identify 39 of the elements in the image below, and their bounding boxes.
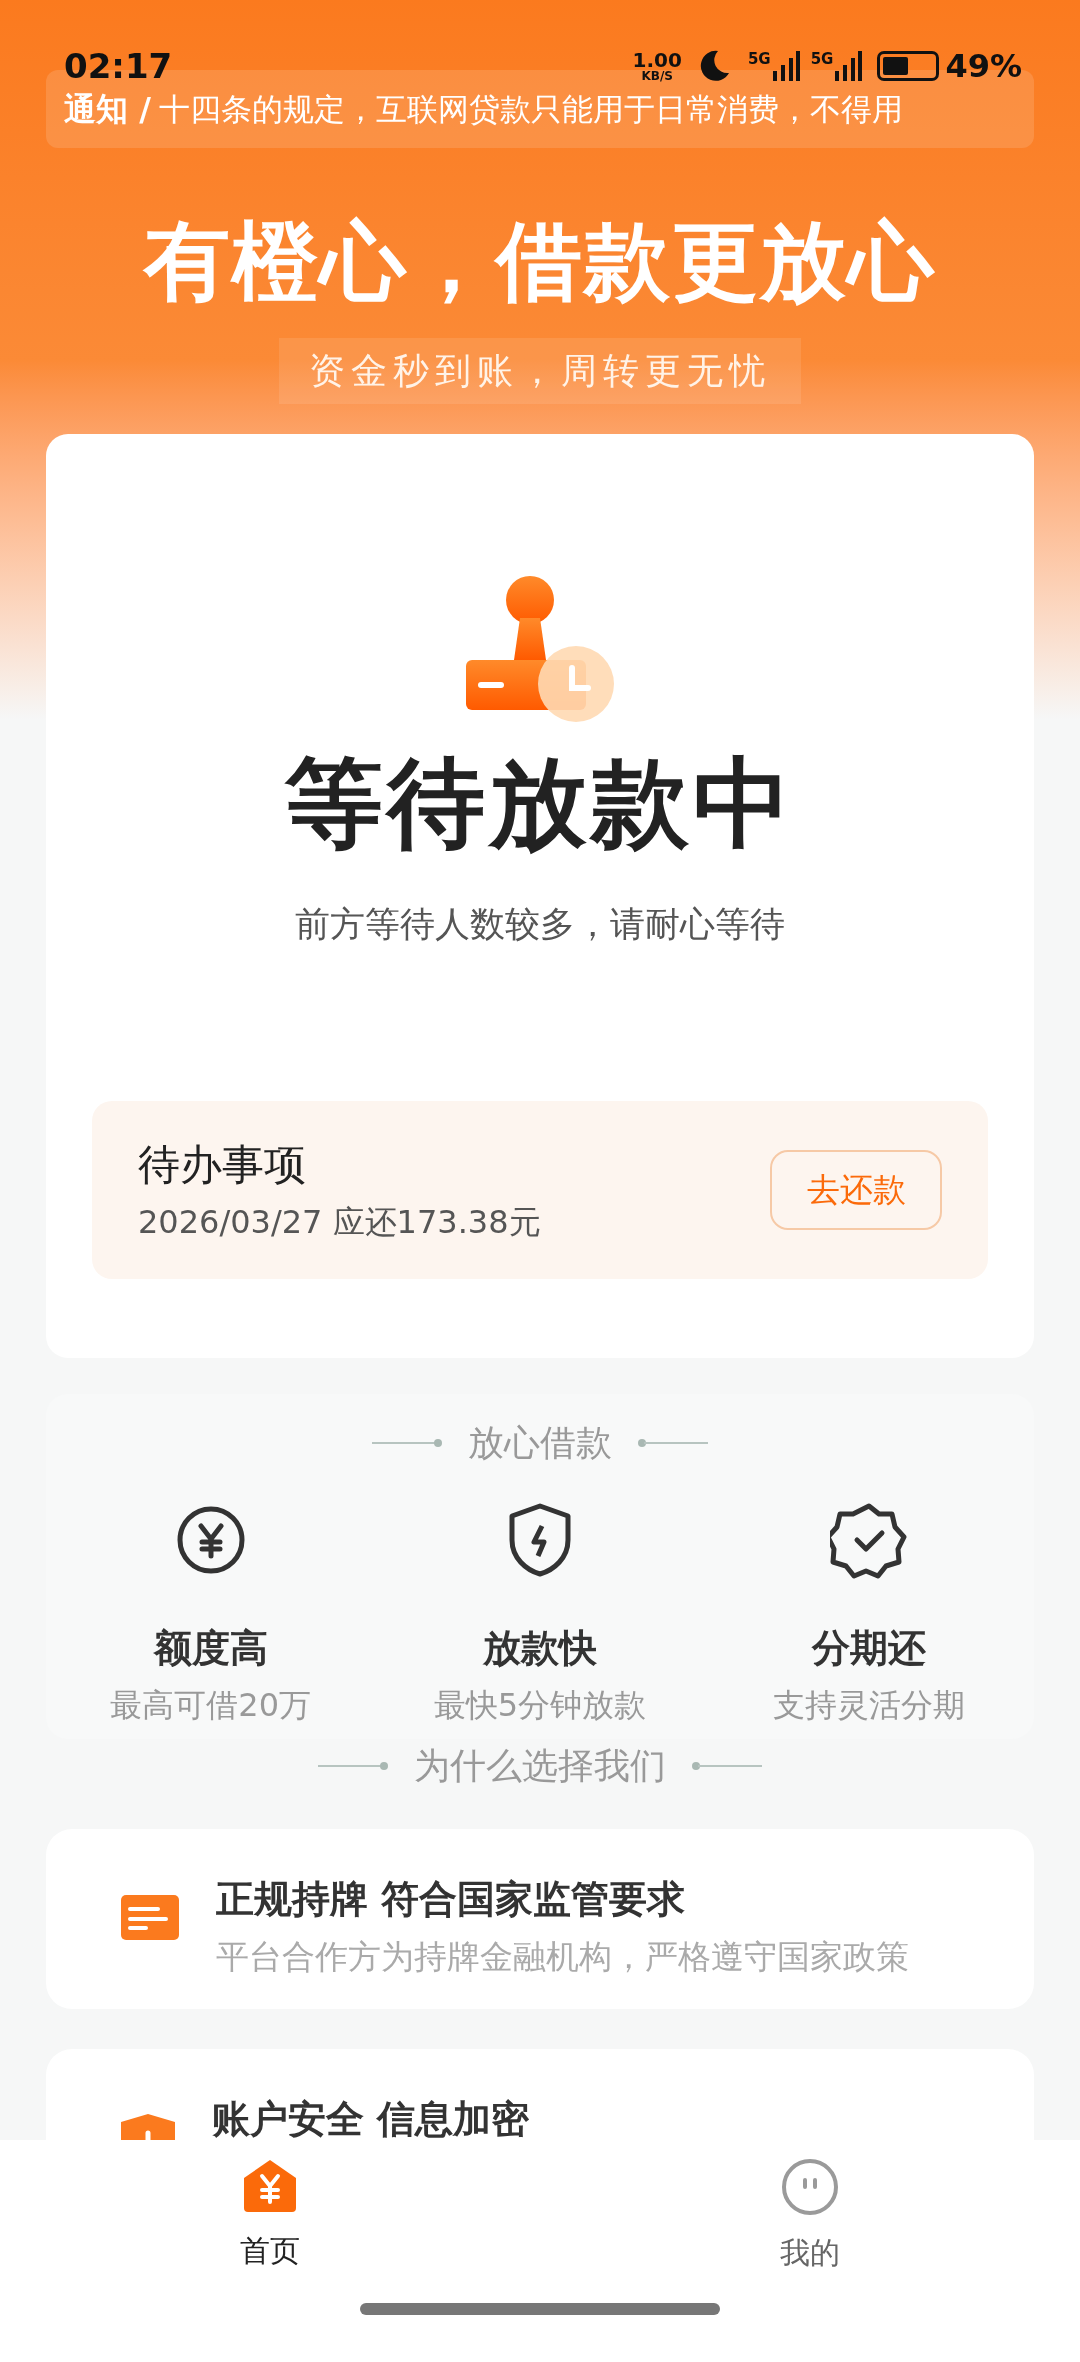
home-icon <box>242 2158 298 2214</box>
benefit-title: 分期还 <box>812 1625 927 1672</box>
status-title: 等待放款中 <box>285 754 795 852</box>
feature-subtitle: 平台合作方为持牌金融机构，严格遵守国家政策 <box>216 1936 909 1978</box>
arrow-line-icon <box>636 1438 708 1448</box>
notice-label: 通知 / <box>64 89 151 130</box>
todo-detail: 2026/03/27 应还173.38元 <box>138 1202 542 1243</box>
arrow-line-icon <box>690 1761 762 1771</box>
arrow-line-icon <box>372 1438 444 1448</box>
benefit-subtitle: 最快5分钟放款 <box>433 1685 647 1726</box>
notice-text: 十四条的规定，互联网贷款只能用于日常消费，不得用 <box>158 89 903 129</box>
tab-item[interactable]: 首页 <box>190 2158 350 2275</box>
banner-subline: 资金秒到账，周转更无忧 <box>279 338 801 404</box>
network-speed-unit: KB/S <box>641 70 673 82</box>
benefit-title: 额度高 <box>153 1625 268 1672</box>
section-heading: 放心借款 <box>468 1421 612 1465</box>
signal-icon <box>833 49 864 83</box>
feature-title: 正规持牌 符合国家监管要求 <box>216 1876 687 1923</box>
benefit-subtitle: 最高可借20万 <box>110 1685 311 1726</box>
tab-label: 我的 <box>780 2234 840 2272</box>
network-type: 5G <box>810 49 834 70</box>
badge-check-icon <box>830 1501 909 1579</box>
todo-title: 待办事项 <box>138 1139 307 1191</box>
battery-icon <box>877 51 940 81</box>
face-icon <box>781 2158 839 2216</box>
section-heading: 为什么选择我们 <box>414 1744 666 1788</box>
benefit-subtitle: 支持灵活分期 <box>773 1685 966 1726</box>
network-type: 5G <box>747 49 771 70</box>
banner-headline: 有橙心，借款更放心 <box>144 218 936 304</box>
document-icon <box>120 1893 180 1941</box>
tab-label: 首页 <box>240 2232 300 2270</box>
tab-item[interactable]: 我的 <box>730 2158 890 2275</box>
arrow-line-icon <box>318 1761 390 1771</box>
feature-title: 账户安全 信息加密 <box>212 2096 530 2143</box>
benefit-title: 放款快 <box>483 1625 597 1672</box>
signal-icon <box>770 49 801 83</box>
status-message: 前方等待人数较多，请耐心等待 <box>295 903 785 946</box>
network-speed: 1.00 <box>632 50 682 70</box>
stamp-clock-icon <box>464 574 616 724</box>
